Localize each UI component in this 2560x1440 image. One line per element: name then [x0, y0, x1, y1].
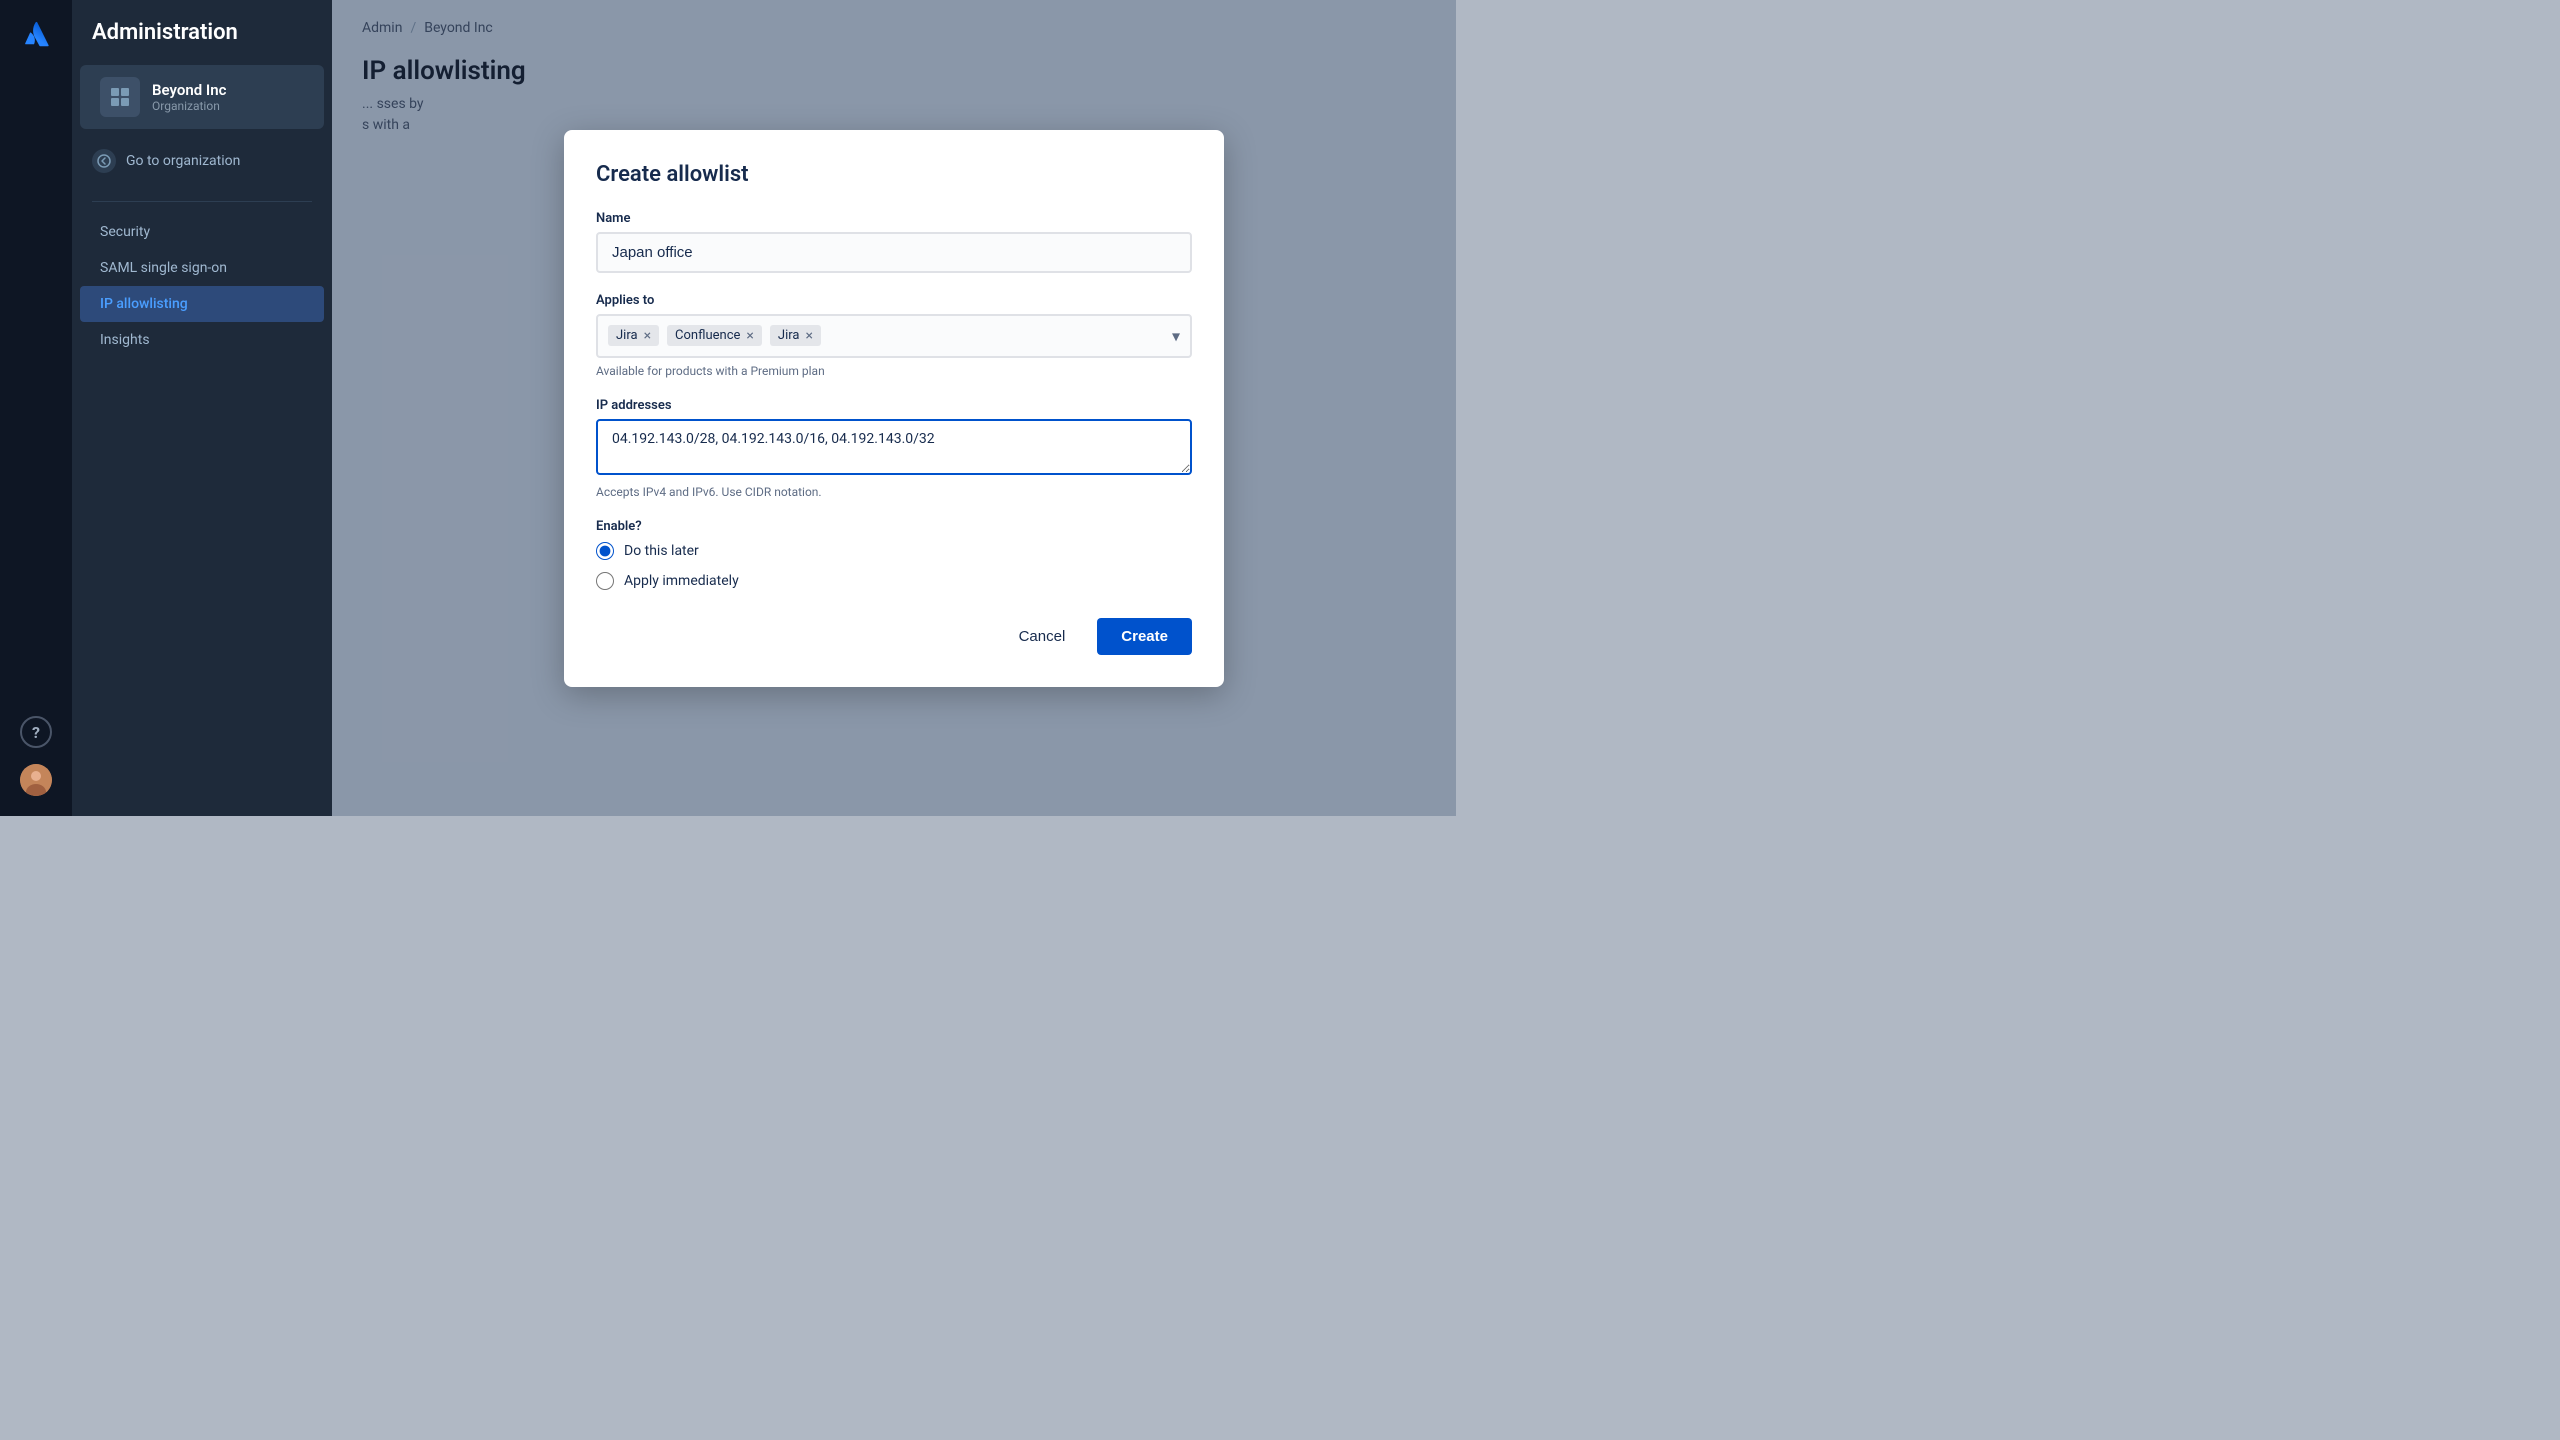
bottom-icons: ? [20, 716, 52, 796]
applies-to-label: Applies to [596, 293, 1192, 308]
go-to-org-label: Go to organization [126, 153, 240, 169]
enable-label: Enable? [596, 519, 1192, 534]
radio-group: Do this later Apply immediately [596, 542, 1192, 590]
tag-confluence: Confluence × [667, 325, 762, 346]
atlassian-logo[interactable] [18, 16, 54, 52]
org-card[interactable]: Beyond Inc Organization [80, 65, 324, 129]
help-icon[interactable]: ? [20, 716, 52, 748]
avatar[interactable] [20, 764, 52, 796]
radio-apply-immediately[interactable]: Apply immediately [596, 572, 1192, 590]
nav-divider [92, 201, 312, 202]
sidebar-item-security[interactable]: Security [80, 214, 324, 250]
radio-do-this-later[interactable]: Do this later [596, 542, 1192, 560]
modal-overlay: Create allowlist Name Applies to Jira × … [332, 0, 1456, 816]
main-content: Admin / Beyond Inc IP allowlisting ... s… [332, 0, 1456, 816]
nav-panel: Administration Beyond Inc Organization G… [72, 0, 332, 816]
applies-to-dropdown[interactable]: Jira × Confluence × Jira × ▾ [596, 314, 1192, 358]
org-info: Beyond Inc Organization [152, 81, 226, 113]
tag-jira2-remove[interactable]: × [805, 329, 812, 343]
sidebar-item-saml[interactable]: SAML single sign-on [80, 250, 324, 286]
go-to-org-button[interactable]: Go to organization [72, 137, 332, 185]
ip-addresses-form-group: IP addresses 04.192.143.0/28, 04.192.143… [596, 398, 1192, 499]
create-allowlist-modal: Create allowlist Name Applies to Jira × … [564, 130, 1224, 687]
tag-confluence-remove[interactable]: × [746, 329, 753, 343]
admin-title: Administration [72, 20, 332, 65]
radio-immediately-input[interactable] [596, 572, 614, 590]
tag-jira1-remove[interactable]: × [644, 329, 651, 343]
modal-footer: Cancel Create [596, 618, 1192, 655]
sidebar-item-ip-allowlisting[interactable]: IP allowlisting [80, 286, 324, 322]
org-icon [100, 77, 140, 117]
applies-to-form-group: Applies to Jira × Confluence × Jira × ▾ [596, 293, 1192, 378]
ip-addresses-label: IP addresses [596, 398, 1192, 413]
icon-sidebar: ? [0, 0, 72, 816]
name-label: Name [596, 211, 1192, 226]
cancel-button[interactable]: Cancel [999, 618, 1086, 655]
org-type: Organization [152, 99, 226, 113]
tag-jira2: Jira × [770, 325, 821, 346]
enable-form-group: Enable? Do this later Apply immediately [596, 519, 1192, 590]
create-button[interactable]: Create [1097, 618, 1192, 655]
tag-jira1: Jira × [608, 325, 659, 346]
radio-later-label: Do this later [624, 543, 699, 559]
org-name: Beyond Inc [152, 81, 226, 99]
dropdown-arrow-icon: ▾ [1172, 326, 1180, 345]
premium-hint: Available for products with a Premium pl… [596, 364, 1192, 378]
ip-hint: Accepts IPv4 and IPv6. Use CIDR notation… [596, 485, 1192, 499]
name-input[interactable] [596, 232, 1192, 273]
radio-later-input[interactable] [596, 542, 614, 560]
back-icon [92, 149, 116, 173]
sidebar-item-insights[interactable]: Insights [80, 322, 324, 358]
name-form-group: Name [596, 211, 1192, 273]
ip-addresses-input[interactable]: 04.192.143.0/28, 04.192.143.0/16, 04.192… [596, 419, 1192, 475]
modal-title: Create allowlist [596, 162, 1192, 187]
radio-immediately-label: Apply immediately [624, 573, 739, 589]
